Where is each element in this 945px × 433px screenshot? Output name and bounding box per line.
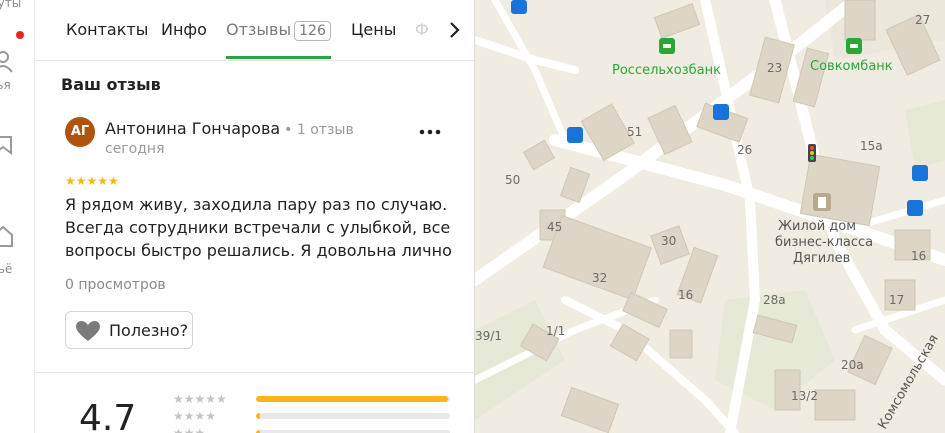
tab-prices[interactable]: Цены bbox=[351, 20, 396, 39]
tabs-bar: Контакты Инфо Отзывы 126 Цены Ф bbox=[35, 0, 474, 61]
rail-item-label: зья bbox=[0, 78, 11, 92]
divider bbox=[35, 372, 474, 373]
heart-icon bbox=[76, 321, 100, 341]
map-label-number: 17 bbox=[889, 293, 904, 307]
tab-info[interactable]: Инфо bbox=[161, 20, 207, 39]
map-label-number: 13/2 bbox=[791, 389, 818, 403]
map[interactable]: Россельхозбанк Совкомбанк 23 27 51 26 15… bbox=[475, 0, 945, 433]
review-text: Я рядом живу, заходила пару раз по случа… bbox=[65, 195, 452, 260]
helpful-label: Полезно? bbox=[109, 321, 189, 340]
rail-item-label: ньё bbox=[0, 262, 13, 276]
tab-photos[interactable]: Ф bbox=[415, 20, 429, 39]
tab-reviews-label: Отзывы bbox=[226, 20, 292, 39]
rail-item-label: руты bbox=[0, 0, 22, 10]
distribution-bar-fill bbox=[256, 396, 449, 402]
map-label-number: 16 bbox=[911, 249, 926, 263]
review-rating-stars: ★★★★★ bbox=[65, 174, 119, 188]
map-label-number: 39/1 bbox=[475, 329, 502, 343]
rail-item-history[interactable]: д bbox=[0, 135, 34, 190]
review-views: 0 просмотров bbox=[65, 277, 166, 293]
notification-dot bbox=[16, 31, 24, 39]
map-label-number: 28а bbox=[763, 293, 786, 307]
review-date: сегодня bbox=[105, 141, 165, 157]
map-label-number: 45 bbox=[547, 220, 562, 234]
map-label-bank: Россельхозбанк bbox=[612, 63, 721, 78]
tab-contacts[interactable]: Контакты bbox=[66, 20, 148, 39]
author-review-count: • 1 отзыв bbox=[284, 122, 354, 138]
author-name[interactable]: Антонина Гончарова bbox=[105, 119, 280, 138]
distribution-stars: ★★★ bbox=[173, 426, 206, 433]
distribution-stars: ★★★★★ bbox=[173, 392, 227, 406]
map-canvas[interactable]: Россельхозбанк Совкомбанк 23 27 51 26 15… bbox=[475, 0, 945, 433]
rail-item-routes[interactable]: руты bbox=[0, 0, 34, 30]
map-label-number: 16 bbox=[678, 288, 693, 302]
distribution-bar-fill bbox=[256, 413, 260, 419]
map-label-number: 20а bbox=[841, 358, 864, 372]
map-label-number: 26 bbox=[737, 143, 752, 157]
section-title: Ваш отзыв bbox=[61, 75, 161, 94]
active-tab-indicator bbox=[226, 56, 331, 59]
distribution-bar bbox=[256, 396, 450, 402]
more-options-icon[interactable] bbox=[415, 122, 445, 142]
house-icon bbox=[0, 225, 13, 247]
map-label-building: Жилой дом bbox=[778, 219, 856, 234]
chevron-right-icon[interactable] bbox=[445, 20, 465, 40]
map-label-number: 50 bbox=[505, 173, 520, 187]
map-label-number: 15а bbox=[860, 139, 883, 153]
left-rail: руты зья д ньё bbox=[0, 0, 35, 433]
building-marker-icon[interactable] bbox=[813, 193, 831, 211]
rail-item-friends[interactable]: зья bbox=[0, 45, 34, 95]
avatar[interactable]: АГ bbox=[65, 117, 95, 147]
rail-item-saved[interactable]: ньё bbox=[0, 222, 34, 282]
map-label-number: 51 bbox=[627, 125, 642, 139]
bookmark-icon bbox=[0, 136, 12, 155]
reviews-count-badge: 126 bbox=[294, 21, 331, 41]
person-icon bbox=[0, 51, 13, 73]
map-label-number: 30 bbox=[661, 234, 676, 248]
distribution-bar bbox=[256, 413, 450, 419]
map-label-number: 1/1 bbox=[546, 324, 565, 338]
map-label-number: 23 bbox=[767, 61, 782, 75]
map-label-building: Дягилев bbox=[793, 251, 850, 266]
map-label-number: 27 bbox=[915, 13, 930, 27]
map-label-building: бизнес-класса bbox=[775, 235, 873, 250]
review-author[interactable]: Антонина Гончарова • 1 отзыв bbox=[105, 119, 354, 138]
map-label-bank: Совкомбанк bbox=[810, 59, 893, 74]
distribution-stars: ★★★★ bbox=[173, 409, 217, 423]
map-label-number: 32 bbox=[592, 271, 607, 285]
rating-value: 4.7 bbox=[79, 398, 137, 433]
organization-panel: Контакты Инфо Отзывы 126 Цены Ф Ваш отзыв… bbox=[35, 0, 475, 433]
tab-reviews[interactable]: Отзывы 126 bbox=[226, 20, 331, 41]
helpful-button[interactable]: Полезно? bbox=[65, 311, 193, 349]
